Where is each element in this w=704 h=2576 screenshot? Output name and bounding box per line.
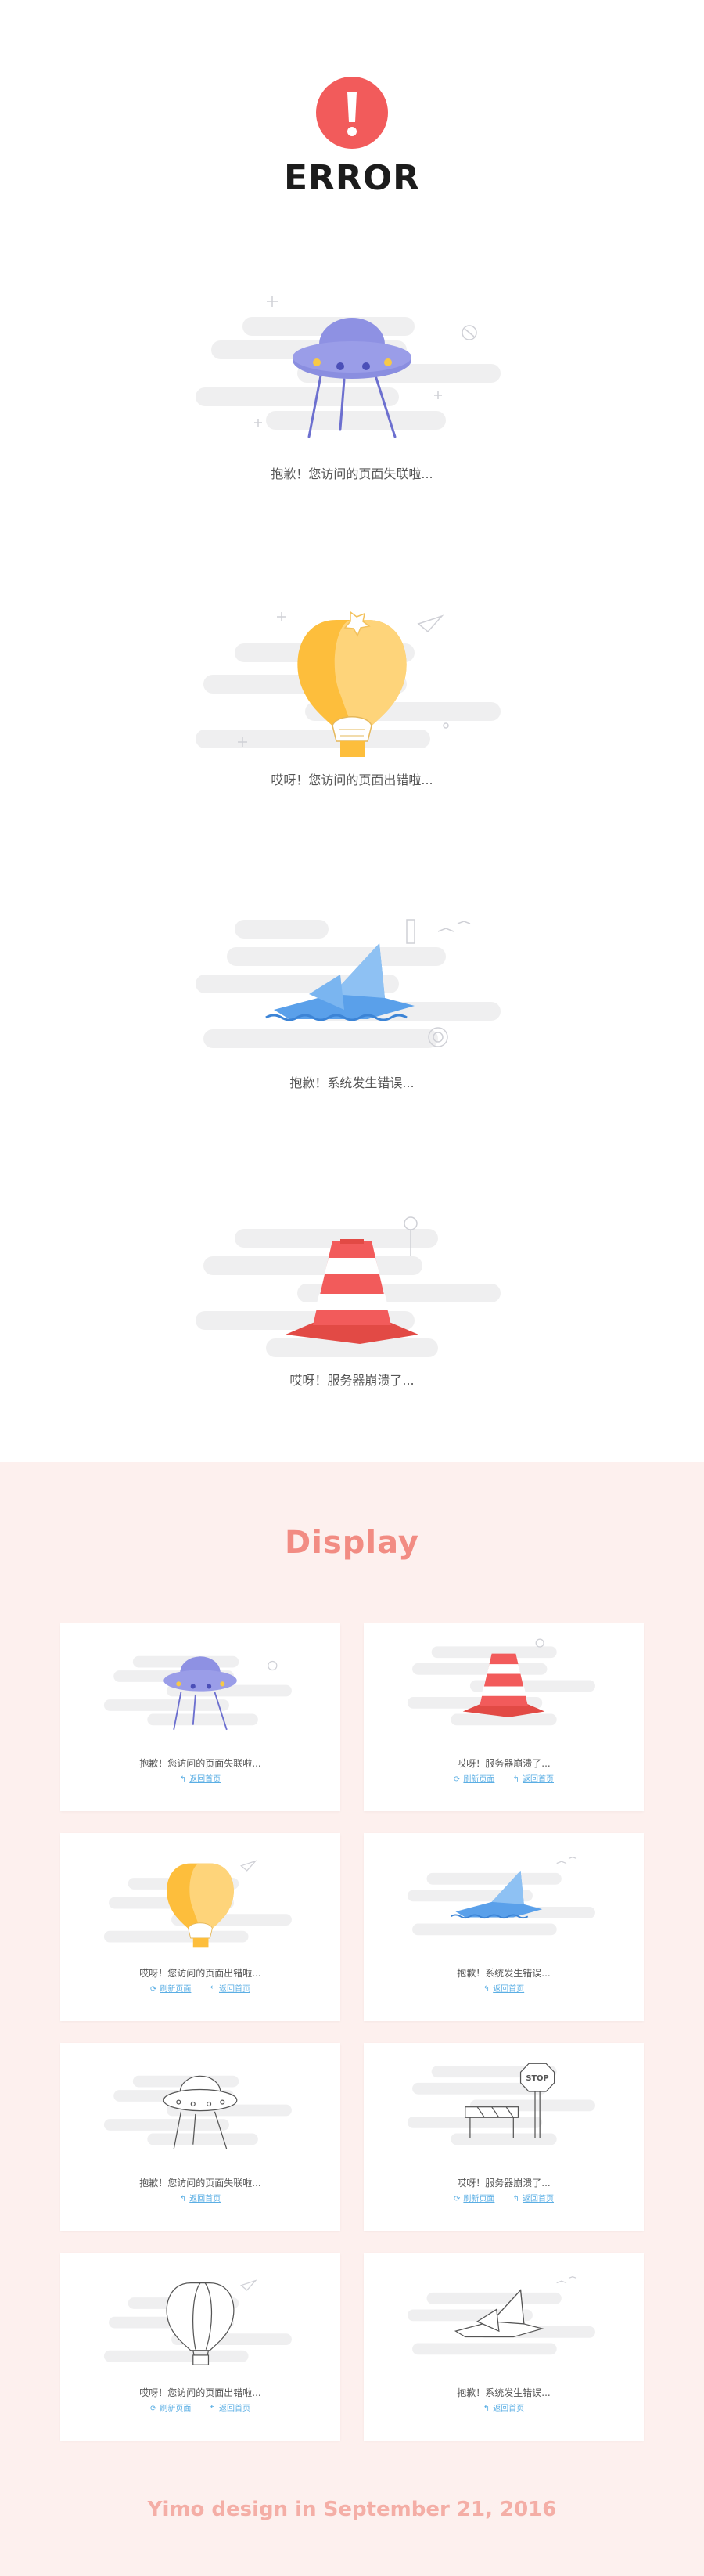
back-arrow-icon: ↰ (179, 1775, 187, 1784)
display-card-balloon-outline: 哎呀！您访问的页面出错啦... ⟳ 刷新页面 ↰ 返回首页 (60, 2253, 340, 2441)
refresh-link[interactable]: ⟳ 刷新页面 (150, 1985, 191, 1994)
home-link[interactable]: ↰ 返回首页 (513, 2195, 554, 2203)
home-link[interactable]: ↰ 返回首页 (210, 1985, 250, 1994)
display-card-boat: 抱歉！系统发生错误... ↰ 返回首页 (364, 1833, 644, 2021)
card-links: ⟳ 刷新页面 ↰ 返回首页 (60, 1982, 340, 1994)
back-arrow-icon: ↰ (209, 2405, 216, 2413)
card-links: ⟳ 刷新页面 ↰ 返回首页 (364, 1772, 644, 1784)
display-card-ufo: 抱歉！您访问的页面失联啦... ↰ 返回首页 (60, 1623, 340, 1811)
home-link[interactable]: ↰ 返回首页 (513, 1775, 554, 1784)
card-message: 哎呀！服务器崩溃了... (457, 2178, 551, 2189)
card-links: ↰ 返回首页 (60, 2192, 340, 2203)
stop-sign-text: STOP (526, 2074, 548, 2083)
paper-boat-outline-illustration (407, 2275, 595, 2355)
back-arrow-icon: ↰ (483, 1985, 490, 1994)
error-showcase-section: ERROR 抱歉！您访问的页面失联啦... 哎呀！您访问的页面出错啦... 抱歉… (0, 0, 704, 1462)
refresh-link[interactable]: ⟳ 刷新页面 (454, 2195, 494, 2203)
card-message: 抱歉！系统发生错误... (457, 2387, 551, 2398)
paper-boat-illustration (407, 1856, 595, 1936)
card-links: ↰ 返回首页 (364, 1982, 644, 1994)
card-message: 抱歉！系统发生错误... (457, 1968, 551, 1979)
refresh-link[interactable]: ⟳ 刷新页面 (454, 1775, 494, 1784)
caption-paper-boat: 抱歉！系统发生错误... (289, 1075, 415, 1090)
home-link[interactable]: ↰ 返回首页 (210, 2405, 250, 2413)
back-arrow-icon: ↰ (483, 2405, 490, 2413)
back-arrow-icon: ↰ (512, 1775, 519, 1784)
display-card-cone: 哎呀！服务器崩溃了... ⟳ 刷新页面 ↰ 返回首页 (364, 1623, 644, 1811)
page-title: ERROR (283, 158, 421, 198)
ufo-illustration (196, 296, 501, 438)
card-message: 哎呀！您访问的页面出错啦... (139, 1968, 261, 1979)
caption-ufo: 抱歉！您访问的页面失联啦... (271, 467, 433, 481)
card-message: 哎呀！服务器崩溃了... (457, 1758, 551, 1769)
caption-balloon: 哎呀！您访问的页面出错啦... (271, 773, 433, 787)
balloon-illustration (196, 611, 501, 757)
ufo-outline-illustration (103, 2075, 292, 2150)
home-link[interactable]: ↰ 返回首页 (180, 2195, 221, 2203)
refresh-icon: ⟳ (454, 2195, 461, 2203)
card-message: 抱歉！您访问的页面失联啦... (139, 1758, 261, 1769)
refresh-link[interactable]: ⟳ 刷新页面 (150, 2405, 191, 2413)
card-links: ↰ 返回首页 (60, 1772, 340, 1784)
home-link[interactable]: ↰ 返回首页 (180, 1775, 221, 1784)
ufo-illustration (103, 1655, 292, 1731)
back-arrow-icon: ↰ (512, 2195, 519, 2203)
home-link[interactable]: ↰ 返回首页 (483, 2405, 524, 2413)
display-card-balloon: 哎呀！您访问的页面出错啦... ⟳ 刷新页面 ↰ 返回首页 (60, 1833, 340, 2021)
card-links: ⟳ 刷新页面 ↰ 返回首页 (364, 2192, 644, 2203)
display-card-ufo-outline: 抱歉！您访问的页面失联啦... ↰ 返回首页 (60, 2043, 340, 2231)
balloon-illustration (103, 1860, 292, 1948)
footer-credit: Yimo design in September 21, 2016 (147, 2498, 557, 2521)
traffic-cone-illustration (407, 1638, 595, 1726)
display-card-boat-outline: 抱歉！系统发生错误... ↰ 返回首页 (364, 2253, 644, 2441)
caption-traffic-cone: 哎呀！服务器崩溃了... (289, 1373, 415, 1388)
card-message: 抱歉！您访问的页面失联啦... (139, 2178, 261, 2189)
home-link[interactable]: ↰ 返回首页 (483, 1985, 524, 1994)
card-links: ⟳ 刷新页面 ↰ 返回首页 (60, 2401, 340, 2413)
display-card-stop-sign: STOP 哎呀！服务器崩溃了... ⟳ 刷新页面 ↰ 返回首页 (364, 2043, 644, 2231)
card-message: 哎呀！您访问的页面出错啦... (139, 2387, 261, 2398)
display-section: Display 抱歉！您访问的页面失联啦... ↰ 返回首页 哎呀！服务器崩溃了… (0, 1462, 704, 2576)
refresh-icon: ⟳ (150, 1985, 157, 1994)
stop-sign-illustration: STOP (407, 2063, 595, 2145)
display-title: Display (285, 1525, 419, 1561)
balloon-outline-illustration (103, 2279, 292, 2365)
back-arrow-icon: ↰ (179, 2195, 187, 2203)
refresh-icon: ⟳ (150, 2405, 157, 2413)
card-links: ↰ 返回首页 (364, 2401, 644, 2413)
refresh-icon: ⟳ (454, 1775, 461, 1784)
exclamation-icon (316, 77, 388, 149)
back-arrow-icon: ↰ (209, 1985, 216, 1994)
